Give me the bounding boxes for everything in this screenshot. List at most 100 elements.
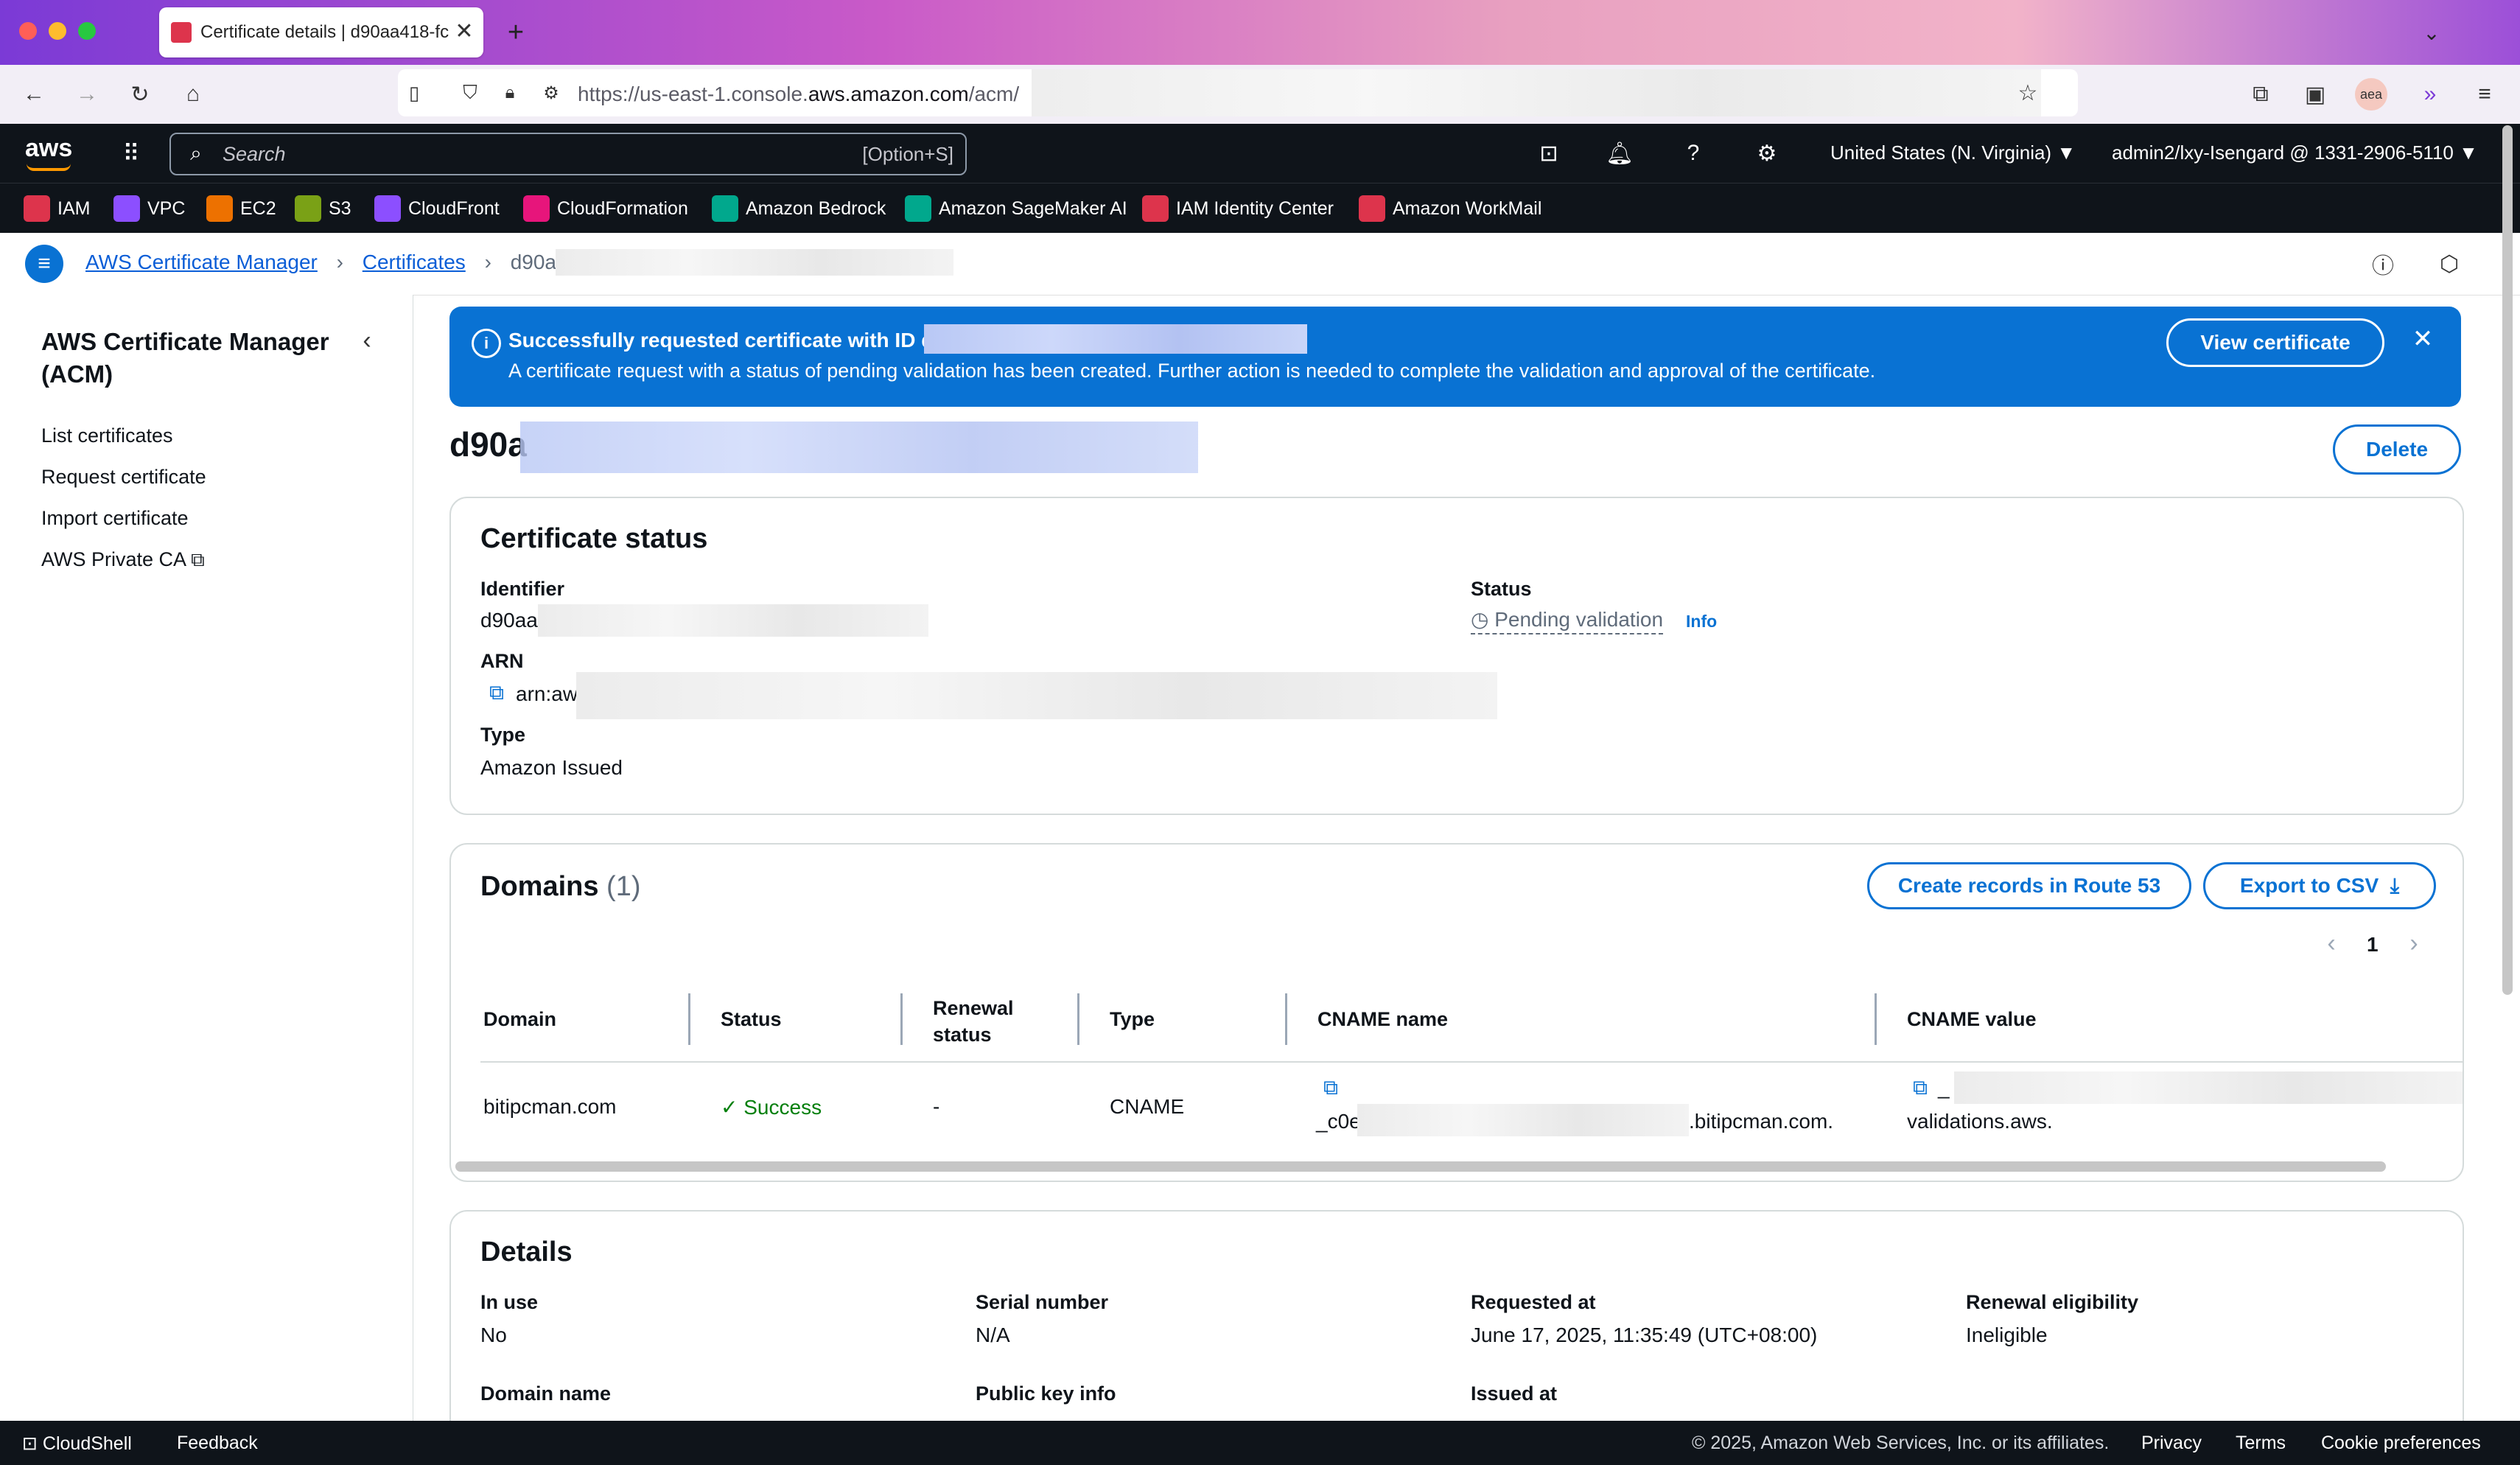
- account-menu[interactable]: admin2/lxy-Isengard @ 1331-2906-5110 ▼: [2112, 141, 2478, 164]
- column-header-renewal-status[interactable]: Renewal status: [933, 995, 1029, 1048]
- status-value: Pending validation: [1494, 608, 1664, 631]
- new-tab-icon[interactable]: +: [498, 15, 533, 50]
- bookmark-star-icon[interactable]: ☆: [2012, 77, 2044, 109]
- sidebar-toggle-icon[interactable]: ▯: [398, 77, 430, 109]
- extensions-icon[interactable]: ⧉: [2244, 78, 2277, 111]
- container-icon[interactable]: ▣: [2299, 78, 2331, 111]
- lock-icon[interactable]: 🔒︎: [494, 77, 526, 109]
- previous-page-icon[interactable]: ‹: [2318, 929, 2345, 957]
- next-page-icon[interactable]: ›: [2401, 929, 2427, 957]
- cloudshell-icon[interactable]: ⊡: [1533, 137, 1565, 169]
- favorite-cloudfront[interactable]: CloudFront: [374, 194, 500, 223]
- column-header-cname-value[interactable]: CNAME value: [1907, 1008, 2037, 1031]
- pending-validation-status[interactable]: ◷ Pending validation: [1471, 607, 1664, 634]
- favorite-bedrock[interactable]: Amazon Bedrock: [712, 194, 886, 223]
- notifications-bell-icon[interactable]: 🔔︎: [1603, 137, 1636, 169]
- column-header-cname-name[interactable]: CNAME name: [1317, 1008, 1448, 1031]
- cloudformation-icon: [523, 195, 550, 222]
- help-icon[interactable]: ?: [1677, 137, 1709, 169]
- create-records-route53-button[interactable]: Create records in Route 53: [1867, 862, 2191, 909]
- favorite-s3[interactable]: S3: [295, 194, 351, 223]
- breadcrumb-acm[interactable]: AWS Certificate Manager: [85, 251, 318, 273]
- settings-gear-icon[interactable]: ⚙: [1751, 137, 1783, 169]
- address-bar[interactable]: ▯ ⛉ 🔒︎ ⚙ https://us-east-1.console.aws.a…: [398, 69, 2078, 116]
- zoom-window-button[interactable]: [78, 22, 96, 40]
- copy-arn-icon[interactable]: ⧉: [483, 679, 510, 706]
- column-divider[interactable]: [688, 993, 690, 1045]
- favorite-cloudformation[interactable]: CloudFormation: [523, 194, 688, 223]
- terms-link[interactable]: Terms: [2236, 1433, 2286, 1454]
- info-panel-icon[interactable]: ⓘ: [2367, 248, 2399, 280]
- tab-list-chevron-icon[interactable]: ⌄: [2414, 15, 2449, 50]
- aws-logo[interactable]: aws: [25, 134, 72, 163]
- column-header-type[interactable]: Type: [1110, 1008, 1155, 1031]
- privacy-link[interactable]: Privacy: [2141, 1433, 2202, 1454]
- domain-name-label: Domain name: [480, 1382, 612, 1405]
- page-number[interactable]: 1: [2367, 933, 2379, 957]
- cookie-preferences-link[interactable]: Cookie preferences: [2321, 1433, 2481, 1454]
- column-divider[interactable]: [1875, 993, 1877, 1045]
- chevron-right-icon: ›: [484, 251, 491, 273]
- region-selector[interactable]: United States (N. Virginia) ▼: [1830, 141, 2076, 164]
- cloudshell-footer-button[interactable]: ⊡ CloudShell: [22, 1433, 132, 1455]
- tools-panel-icon[interactable]: ⬡: [2433, 248, 2465, 280]
- favorite-ec2[interactable]: EC2: [206, 194, 276, 223]
- table-horizontal-scrollbar[interactable]: [455, 1161, 2386, 1172]
- column-header-domain[interactable]: Domain: [483, 1008, 556, 1031]
- page-vertical-scrollbar[interactable]: [2502, 125, 2513, 995]
- sidebar-item-list-certificates[interactable]: List certificates: [41, 424, 173, 447]
- close-tab-icon[interactable]: ✕: [451, 18, 477, 44]
- reload-icon[interactable]: ↻: [124, 78, 156, 111]
- status-info-link[interactable]: Info: [1686, 612, 1717, 632]
- favorite-workmail[interactable]: Amazon WorkMail: [1359, 194, 1541, 223]
- services-grid-icon[interactable]: ⠿: [115, 137, 147, 169]
- sidebar-item-import-certificate[interactable]: Import certificate: [41, 507, 189, 530]
- redacted-cname-name: [1357, 1104, 1689, 1136]
- certificate-status-heading: Certificate status: [480, 523, 708, 554]
- breadcrumb-certificates[interactable]: Certificates: [363, 251, 466, 273]
- home-icon[interactable]: ⌂: [177, 78, 209, 111]
- permissions-icon[interactable]: ⚙: [535, 77, 567, 109]
- forward-icon[interactable]: →: [71, 78, 103, 111]
- column-divider[interactable]: [1077, 993, 1079, 1045]
- status-success-label: Success: [743, 1096, 822, 1119]
- s3-icon: [295, 195, 321, 222]
- back-icon[interactable]: ←: [18, 78, 50, 111]
- minimize-window-button[interactable]: [49, 22, 66, 40]
- delete-button[interactable]: Delete: [2333, 424, 2461, 475]
- close-window-button[interactable]: [19, 22, 37, 40]
- app-menu-icon[interactable]: ≡: [2468, 78, 2501, 111]
- iam-icon: [24, 195, 50, 222]
- region-label: United States (N. Virginia): [1830, 141, 2052, 164]
- profile-avatar-icon[interactable]: aea: [2355, 78, 2387, 111]
- feedback-link[interactable]: Feedback: [177, 1433, 258, 1454]
- redacted-identifier: [538, 604, 928, 637]
- shield-icon[interactable]: ⛉: [454, 77, 486, 109]
- copy-cname-value-icon[interactable]: ⧉: [1907, 1074, 1933, 1101]
- cname-name-prefix: _c0e: [1316, 1110, 1361, 1133]
- favorite-vpc[interactable]: VPC: [113, 194, 185, 223]
- collapse-sidebar-icon[interactable]: ‹: [351, 324, 383, 357]
- column-divider[interactable]: [1285, 993, 1287, 1045]
- favorite-sagemaker[interactable]: Amazon SageMaker AI: [905, 194, 1127, 223]
- view-certificate-button[interactable]: View certificate: [2166, 318, 2384, 367]
- favorite-iam[interactable]: IAM: [24, 194, 90, 223]
- breadcrumb-bar: ≡ AWS Certificate Manager › Certificates…: [0, 233, 2520, 296]
- export-csv-button[interactable]: Export to CSV ⤓: [2203, 862, 2436, 909]
- dismiss-banner-icon[interactable]: ✕: [2407, 323, 2439, 355]
- side-nav-toggle-icon[interactable]: ≡: [25, 245, 63, 283]
- cloudshell-label: CloudShell: [42, 1433, 132, 1454]
- sidebar-item-private-ca[interactable]: AWS Private CA ⧉: [41, 548, 205, 572]
- side-navigation: AWS Certificate Manager (ACM) ‹ List cer…: [0, 295, 413, 1421]
- browser-tab[interactable]: Certificate details | d90aa418-fc ✕: [159, 7, 483, 57]
- workmail-icon: [1359, 195, 1385, 222]
- in-use-value: No: [480, 1324, 507, 1346]
- breadcrumb: AWS Certificate Manager › Certificates ›…: [85, 251, 568, 274]
- favorite-identity-center[interactable]: IAM Identity Center: [1142, 194, 1334, 223]
- overflow-chevrons-icon[interactable]: »: [2414, 78, 2446, 111]
- search-input[interactable]: ⌕ Search [Option+S]: [169, 133, 967, 175]
- column-header-status[interactable]: Status: [721, 1008, 782, 1031]
- copy-cname-name-icon[interactable]: ⧉: [1317, 1074, 1344, 1101]
- column-divider[interactable]: [900, 993, 903, 1045]
- sidebar-item-request-certificate[interactable]: Request certificate: [41, 466, 206, 489]
